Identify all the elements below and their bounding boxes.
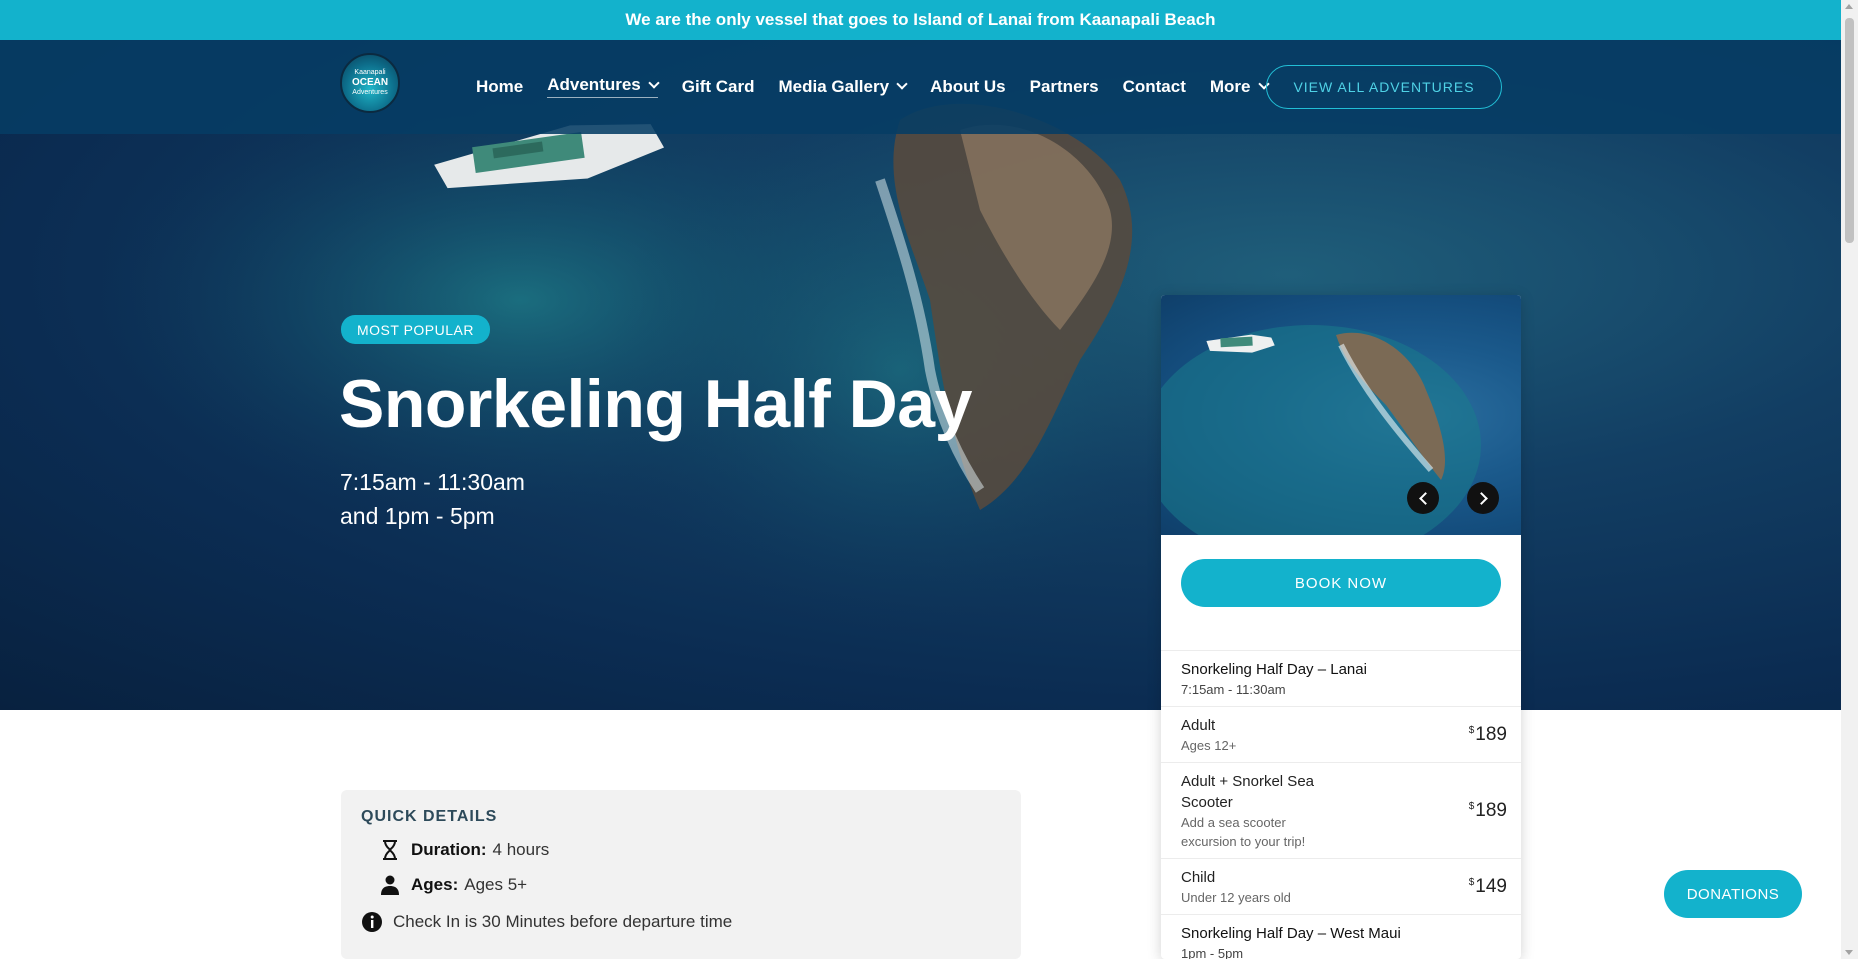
currency-symbol: $ xyxy=(1468,801,1475,812)
scroll-down-arrow-icon[interactable] xyxy=(1845,950,1853,955)
hourglass-icon xyxy=(379,839,401,861)
nav-item-label: Media Gallery xyxy=(778,76,890,96)
scrollbar-thumb[interactable] xyxy=(1845,18,1854,243)
option-name: Adult + Snorkel Sea Scooter xyxy=(1181,773,1315,811)
nav-item-label: Adventures xyxy=(547,75,641,94)
booking-card-image xyxy=(1161,295,1521,535)
nav-item-gift-card[interactable]: Gift Card xyxy=(682,75,755,98)
page-title: Snorkeling Half Day xyxy=(339,366,972,442)
price-value: 149 xyxy=(1475,876,1507,897)
option-price: $189 xyxy=(1469,800,1507,822)
nav-item-partners[interactable]: Partners xyxy=(1030,75,1099,98)
nav-item-label: Gift Card xyxy=(681,76,755,96)
logo-text-bottom: Adventures xyxy=(352,89,388,96)
nav-item-about-us[interactable]: About Us xyxy=(930,75,1006,98)
booking-section-lanai: Snorkeling Half Day – Lanai 7:15am - 11:… xyxy=(1161,650,1521,706)
nav-item-label: About Us xyxy=(930,76,1006,96)
nav-item-label: Contact xyxy=(1122,76,1186,96)
book-now-button[interactable]: BOOK NOW xyxy=(1181,559,1501,607)
nav-item-label: Partners xyxy=(1029,76,1099,96)
page-scrollbar[interactable] xyxy=(1841,0,1858,959)
carousel-prev-button[interactable] xyxy=(1407,482,1439,514)
currency-symbol: $ xyxy=(1468,877,1475,888)
scroll-up-arrow-icon[interactable] xyxy=(1845,4,1853,9)
chevron-down-icon xyxy=(896,78,908,90)
person-icon xyxy=(379,874,401,896)
price-value: 189 xyxy=(1475,800,1507,821)
badge-label: MOST POPULAR xyxy=(357,321,474,338)
option-price: $189 xyxy=(1469,724,1507,746)
ages-line: Ages: Ages 5+ xyxy=(379,874,527,896)
hero-time-morning: 7:15am - 11:30am xyxy=(340,469,525,495)
info-icon xyxy=(361,911,383,933)
announcement-bar: We are the only vessel that goes to Isla… xyxy=(0,0,1841,40)
nav-item-label: Home xyxy=(476,76,524,96)
chevron-right-icon xyxy=(1474,491,1488,505)
carousel-next-button[interactable] xyxy=(1467,482,1499,514)
booking-options: Snorkeling Half Day – Lanai 7:15am - 11:… xyxy=(1161,650,1521,959)
chevron-down-icon xyxy=(648,76,660,89)
checkin-text: Check In is 30 Minutes before departure … xyxy=(393,912,733,931)
view-all-adventures-label: VIEW ALL ADVENTURES xyxy=(1293,79,1475,95)
duration-label: Duration: xyxy=(411,840,487,859)
nav-item-label: More xyxy=(1209,76,1251,96)
booking-option-adult[interactable]: Adult Ages 12+ $189 xyxy=(1161,706,1521,762)
option-subtitle: Under 12 years old xyxy=(1181,890,1291,905)
option-subtitle: 1pm - 5pm xyxy=(1181,946,1244,959)
nav-item-adventures[interactable]: Adventures xyxy=(547,75,660,98)
announcement-text: We are the only vessel that goes to Isla… xyxy=(625,10,1216,29)
option-price: $149 xyxy=(1469,876,1507,898)
booking-option-child[interactable]: Child Under 12 years old $149 xyxy=(1161,858,1521,914)
logo-text-main: OCEAN xyxy=(351,77,389,88)
view-all-adventures-button[interactable]: VIEW ALL ADVENTURES xyxy=(1266,65,1502,109)
option-subtitle: Ages 12+ xyxy=(1181,738,1237,753)
donations-button[interactable]: DONATIONS xyxy=(1664,870,1802,918)
nav-item-contact[interactable]: Contact xyxy=(1123,75,1186,98)
checkin-line: Check In is 30 Minutes before departure … xyxy=(361,911,732,933)
donations-label: DONATIONS xyxy=(1686,885,1780,903)
nav-item-home[interactable]: Home xyxy=(476,75,523,98)
nav-item-more[interactable]: More xyxy=(1209,75,1270,98)
option-name: Snorkeling Half Day – West Maui xyxy=(1181,925,1401,942)
site-logo[interactable]: Kaanapali OCEAN Adventures xyxy=(340,53,400,113)
ages-value: Ages 5+ xyxy=(464,875,528,894)
booking-section-west-maui: Snorkeling Half Day – West Maui 1pm - 5p… xyxy=(1161,914,1521,959)
currency-symbol: $ xyxy=(1468,725,1475,736)
duration-value: 4 hours xyxy=(492,840,550,859)
most-popular-badge: MOST POPULAR xyxy=(341,315,490,344)
nav-menu: Home Adventures Gift Card Media Gallery … xyxy=(476,75,1292,98)
hero-times: 7:15am - 11:30am and 1pm - 5pm xyxy=(340,465,525,533)
nav-item-media-gallery[interactable]: Media Gallery xyxy=(778,75,908,98)
hero-time-afternoon: and 1pm - 5pm xyxy=(340,503,495,529)
option-subtitle: Add a sea scooter excursion to your trip… xyxy=(1181,815,1306,849)
chevron-left-icon xyxy=(1418,491,1432,505)
price-value: 189 xyxy=(1475,724,1507,745)
option-name: Child xyxy=(1181,869,1216,886)
quick-details-panel: QUICK DETAILS Duration: 4 hours Ages: Ag… xyxy=(341,790,1021,959)
quick-details-title: QUICK DETAILS xyxy=(361,808,498,825)
book-now-label: BOOK NOW xyxy=(1294,574,1388,592)
booking-card: BOOK NOW Snorkeling Half Day – Lanai 7:1… xyxy=(1161,295,1521,959)
option-name: Adult xyxy=(1181,717,1216,734)
option-subtitle: 7:15am - 11:30am xyxy=(1181,682,1286,697)
option-name: Snorkeling Half Day – Lanai xyxy=(1181,661,1367,678)
booking-option-adult-scooter[interactable]: Adult + Snorkel Sea Scooter Add a sea sc… xyxy=(1161,762,1521,858)
duration-line: Duration: 4 hours xyxy=(379,839,549,861)
ages-label: Ages: xyxy=(411,875,459,894)
